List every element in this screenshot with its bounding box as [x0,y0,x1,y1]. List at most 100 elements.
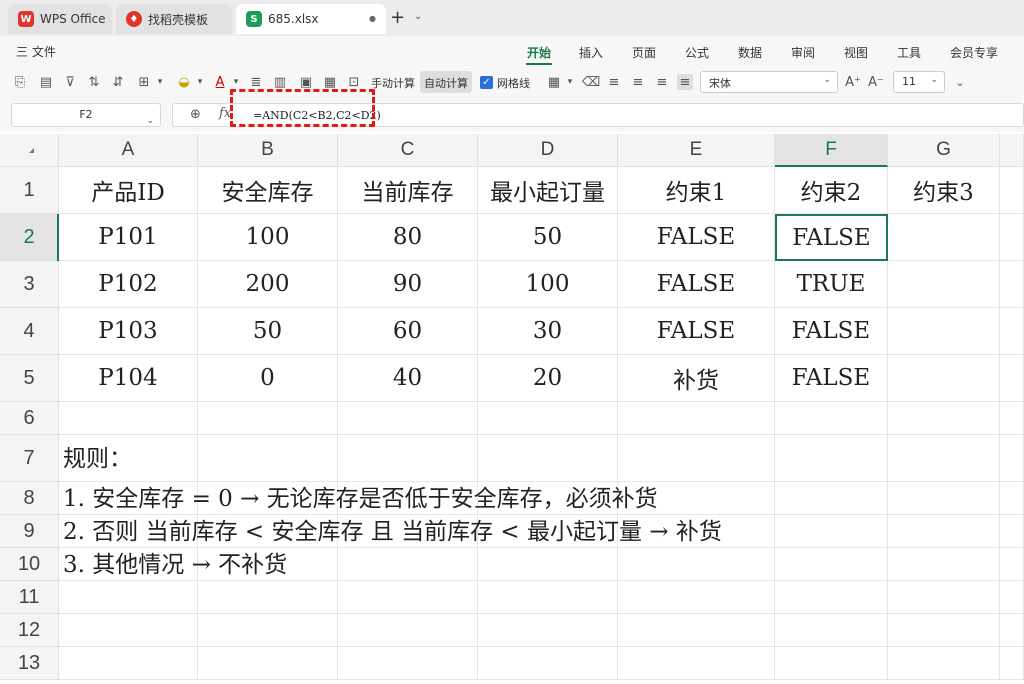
menu-item-view[interactable]: 视图 [844,44,868,61]
grid-cell[interactable] [1000,581,1024,614]
grid-cell[interactable] [478,402,618,435]
column-header-g[interactable]: G [888,134,1000,167]
row-header-9[interactable]: 9 [0,515,59,548]
data-cell[interactable]: FALSE [618,214,775,261]
grid-cell[interactable] [478,647,618,680]
data-cell[interactable]: 40 [338,355,478,402]
grid-cell[interactable] [775,435,888,482]
grid-cell[interactable] [775,614,888,647]
clear-format-icon[interactable]: ⌫ [582,74,600,90]
grid-cell[interactable] [338,647,478,680]
menu-item-home[interactable]: 开始 [527,44,551,61]
font-size-select[interactable]: 11 ⌄ [893,71,945,93]
data-cell[interactable]: 补货 [618,355,775,402]
grid-cell[interactable] [618,581,775,614]
data-cell[interactable] [888,355,1000,402]
grid-cell[interactable] [888,435,1000,482]
grid-cell[interactable] [1000,355,1024,402]
grid-cell[interactable] [198,402,338,435]
align-center-icon[interactable]: ≡ [630,74,646,90]
grid-cell[interactable] [198,435,338,482]
data-cell[interactable]: 50 [198,308,338,355]
increase-font-icon[interactable]: A⁺ [845,74,861,90]
menu-item-insert[interactable]: 插入 [579,44,603,61]
header-cell[interactable]: 约束2 [775,167,888,214]
column-header-e[interactable]: E [618,134,775,167]
unsaved-dot-icon[interactable]: ● [369,14,376,23]
cell-style-icon[interactable]: ▦ [546,74,562,90]
decrease-font-icon[interactable]: A⁻ [868,74,884,90]
recalc-icon[interactable]: ⊡ [346,74,362,90]
borders-icon[interactable]: ⊞ [136,74,152,90]
chevron-down-icon[interactable]: ▾ [228,74,244,90]
select-all-corner[interactable] [0,134,59,167]
font-color-icon[interactable]: A [212,74,228,90]
row-header-4[interactable]: 4 [0,308,59,355]
grid-cell[interactable] [775,482,888,515]
font-family-select[interactable]: 宋体 ⌄ [700,71,838,93]
data-cell[interactable]: TRUE [775,261,888,308]
data-cell[interactable]: 60 [338,308,478,355]
grid-cell[interactable] [888,515,1000,548]
data-cell[interactable]: P101 [59,214,198,261]
grid-cell[interactable] [338,548,478,581]
data-cell[interactable] [888,261,1000,308]
freeze-icon[interactable]: ▦ [322,74,338,90]
chevron-down-icon[interactable]: ▾ [562,74,578,90]
grid-cell[interactable] [888,647,1000,680]
row-header-11[interactable]: 11 [0,581,59,614]
header-cell[interactable]: 产品ID [59,167,198,214]
grid-cell[interactable] [59,581,198,614]
align-left-icon[interactable]: ≡ [606,74,622,90]
grid-cell[interactable] [338,402,478,435]
justify-icon[interactable]: ≡ [677,74,693,90]
grid-cell[interactable] [478,548,618,581]
grid-cell[interactable] [198,614,338,647]
grid-cell[interactable] [618,548,775,581]
menu-item-data[interactable]: 数据 [738,44,762,61]
grid-cell[interactable] [198,647,338,680]
data-cell[interactable] [888,214,1000,261]
column-header-c[interactable]: C [338,134,478,167]
grid-cell[interactable] [59,402,198,435]
menu-item-tools[interactable]: 工具 [897,44,921,61]
data-cell[interactable] [888,308,1000,355]
fill-color-icon[interactable]: ◒ [176,74,192,90]
new-tab-button[interactable]: + [390,7,405,28]
row-header-6[interactable]: 6 [0,402,59,435]
row-header-2[interactable]: 2 [0,214,59,261]
data-cell[interactable]: 90 [338,261,478,308]
grid-cell[interactable] [618,647,775,680]
grid-cell[interactable] [888,614,1000,647]
grid-cell[interactable] [1000,614,1024,647]
grid-cell[interactable] [338,614,478,647]
grid-cell[interactable] [1000,308,1024,355]
row-header-3[interactable]: 3 [0,261,59,308]
grid-cell[interactable] [198,581,338,614]
header-cell[interactable]: 约束3 [888,167,1000,214]
tab-wps-office[interactable]: W WPS Office [8,4,112,34]
data-cell[interactable]: 20 [478,355,618,402]
sort-descending-icon[interactable]: ⇵ [110,74,126,90]
more-options-icon[interactable]: ⌄ [952,74,968,90]
chevron-down-icon[interactable]: ▾ [192,74,208,90]
data-cell[interactable]: P102 [59,261,198,308]
data-cell[interactable]: 30 [478,308,618,355]
grid-cell[interactable] [478,614,618,647]
grid-cell[interactable] [888,482,1000,515]
header-cell[interactable]: 约束1 [618,167,775,214]
format-painter-icon[interactable]: ⎘ [12,74,28,90]
grid-cell[interactable] [478,435,618,482]
auto-calc-button[interactable]: 自动计算 [424,75,468,91]
grid-cell[interactable] [1000,435,1024,482]
grid-cell[interactable] [1000,647,1024,680]
filter-icon[interactable]: ⊽ [62,74,78,90]
header-cell[interactable]: 最小起订量 [478,167,618,214]
row-header-13[interactable]: 13 [0,647,59,680]
header-cell[interactable]: 当前库存 [338,167,478,214]
data-cell[interactable]: 0 [198,355,338,402]
grid-cell[interactable] [775,402,888,435]
menu-item-review[interactable]: 审阅 [791,44,815,61]
chevron-down-icon[interactable]: ▾ [152,74,168,90]
header-cell[interactable]: 安全库存 [198,167,338,214]
